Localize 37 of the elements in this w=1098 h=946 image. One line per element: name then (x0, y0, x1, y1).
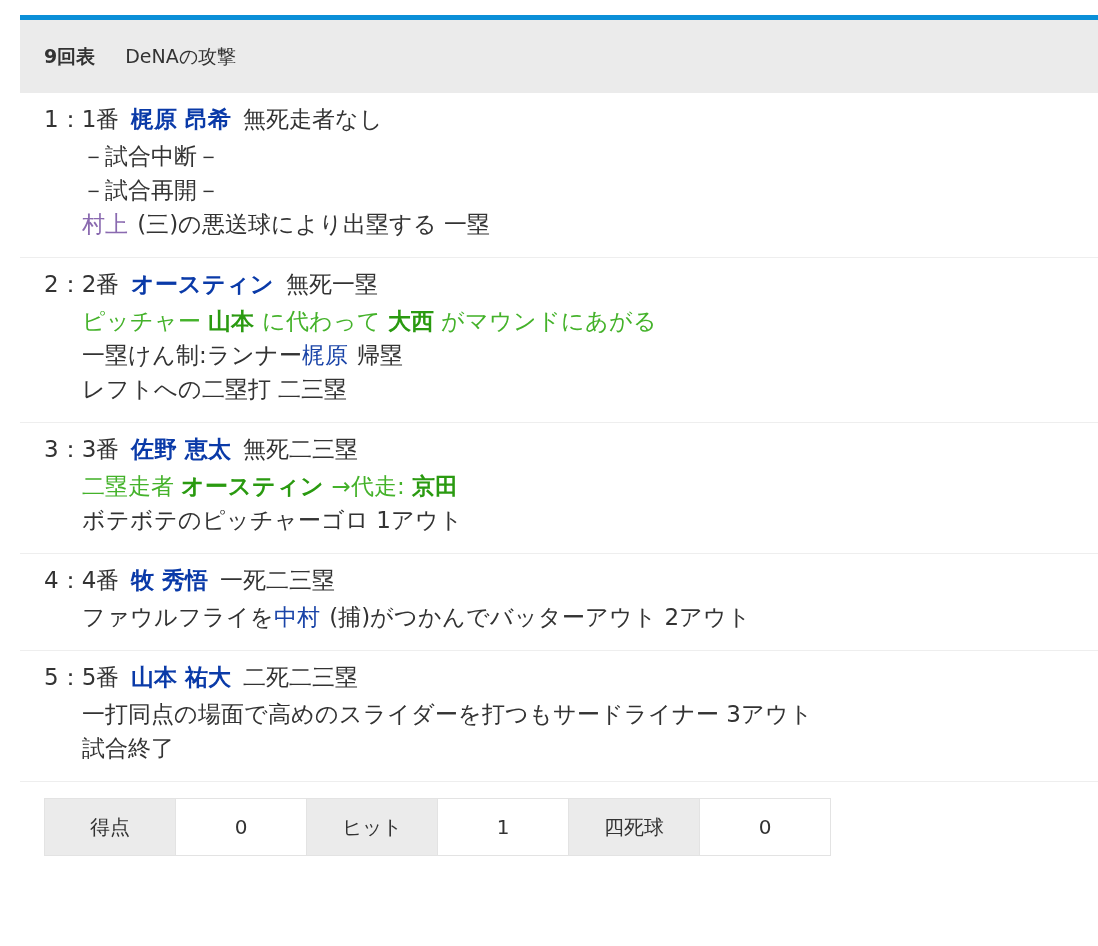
stat-value: 1 (437, 798, 569, 856)
play-note: 村上 (三)の悪送球により出塁する 一塁 (81, 210, 492, 239)
batter-link[interactable]: 山本 祐大 (131, 663, 232, 691)
player-link[interactable]: 村上 (82, 211, 128, 237)
base-situation: 無死一塁 (286, 270, 379, 298)
substitution-note: ピッチャー 山本 に代わって 大西 がマウンドにあがる (81, 307, 659, 336)
stat-value: 0 (175, 798, 307, 856)
play-note: ファウルフライを中村 (捕)がつかんでバッターアウト 2アウト (81, 603, 753, 632)
batter-link[interactable]: 牧 秀悟 (131, 566, 209, 594)
batting-order: 4：4番 (44, 566, 120, 594)
batter-link[interactable]: 梶原 昂希 (131, 105, 232, 133)
batter-link[interactable]: オースティン (131, 270, 275, 298)
stat-label: 四死球 (568, 798, 700, 856)
play-note: 一塁けん制:ランナー梶原 帰塁 (81, 341, 404, 370)
base-situation: 無死二三塁 (243, 435, 359, 463)
play-note: 一打同点の場面で高めのスライダーを打つもサードライナー 3アウト (81, 700, 814, 729)
inning-title: DeNAの攻撃 (125, 44, 236, 70)
player-link[interactable]: 中村 (274, 604, 320, 630)
play-note: －試合中断－ (81, 142, 221, 171)
substitution-note: 二塁走者 オースティン →代走: 京田 (81, 472, 459, 501)
stat-value: 0 (699, 798, 831, 856)
batting-order: 5：5番 (44, 663, 120, 691)
player-link[interactable]: 梶原 (301, 342, 348, 368)
stat-label: 得点 (44, 798, 176, 856)
stat-label: ヒット (306, 798, 438, 856)
play-note: －試合再開－ (81, 176, 221, 205)
base-situation: 二死二三塁 (243, 663, 359, 691)
base-situation: 一死二三塁 (220, 566, 336, 594)
play-note: レフトへの二塁打 二三塁 (81, 375, 349, 404)
batter-link[interactable]: 佐野 恵太 (131, 435, 232, 463)
play-note: 試合終了 (81, 734, 175, 763)
base-situation: 無死走者なし (243, 105, 384, 133)
batting-order: 2：2番 (44, 270, 120, 298)
batting-order: 3：3番 (44, 435, 120, 463)
play-note: ボテボテのピッチャーゴロ 1アウト (81, 506, 464, 535)
inning-label: 9回表 (44, 44, 96, 70)
batting-order: 1：1番 (44, 105, 120, 133)
